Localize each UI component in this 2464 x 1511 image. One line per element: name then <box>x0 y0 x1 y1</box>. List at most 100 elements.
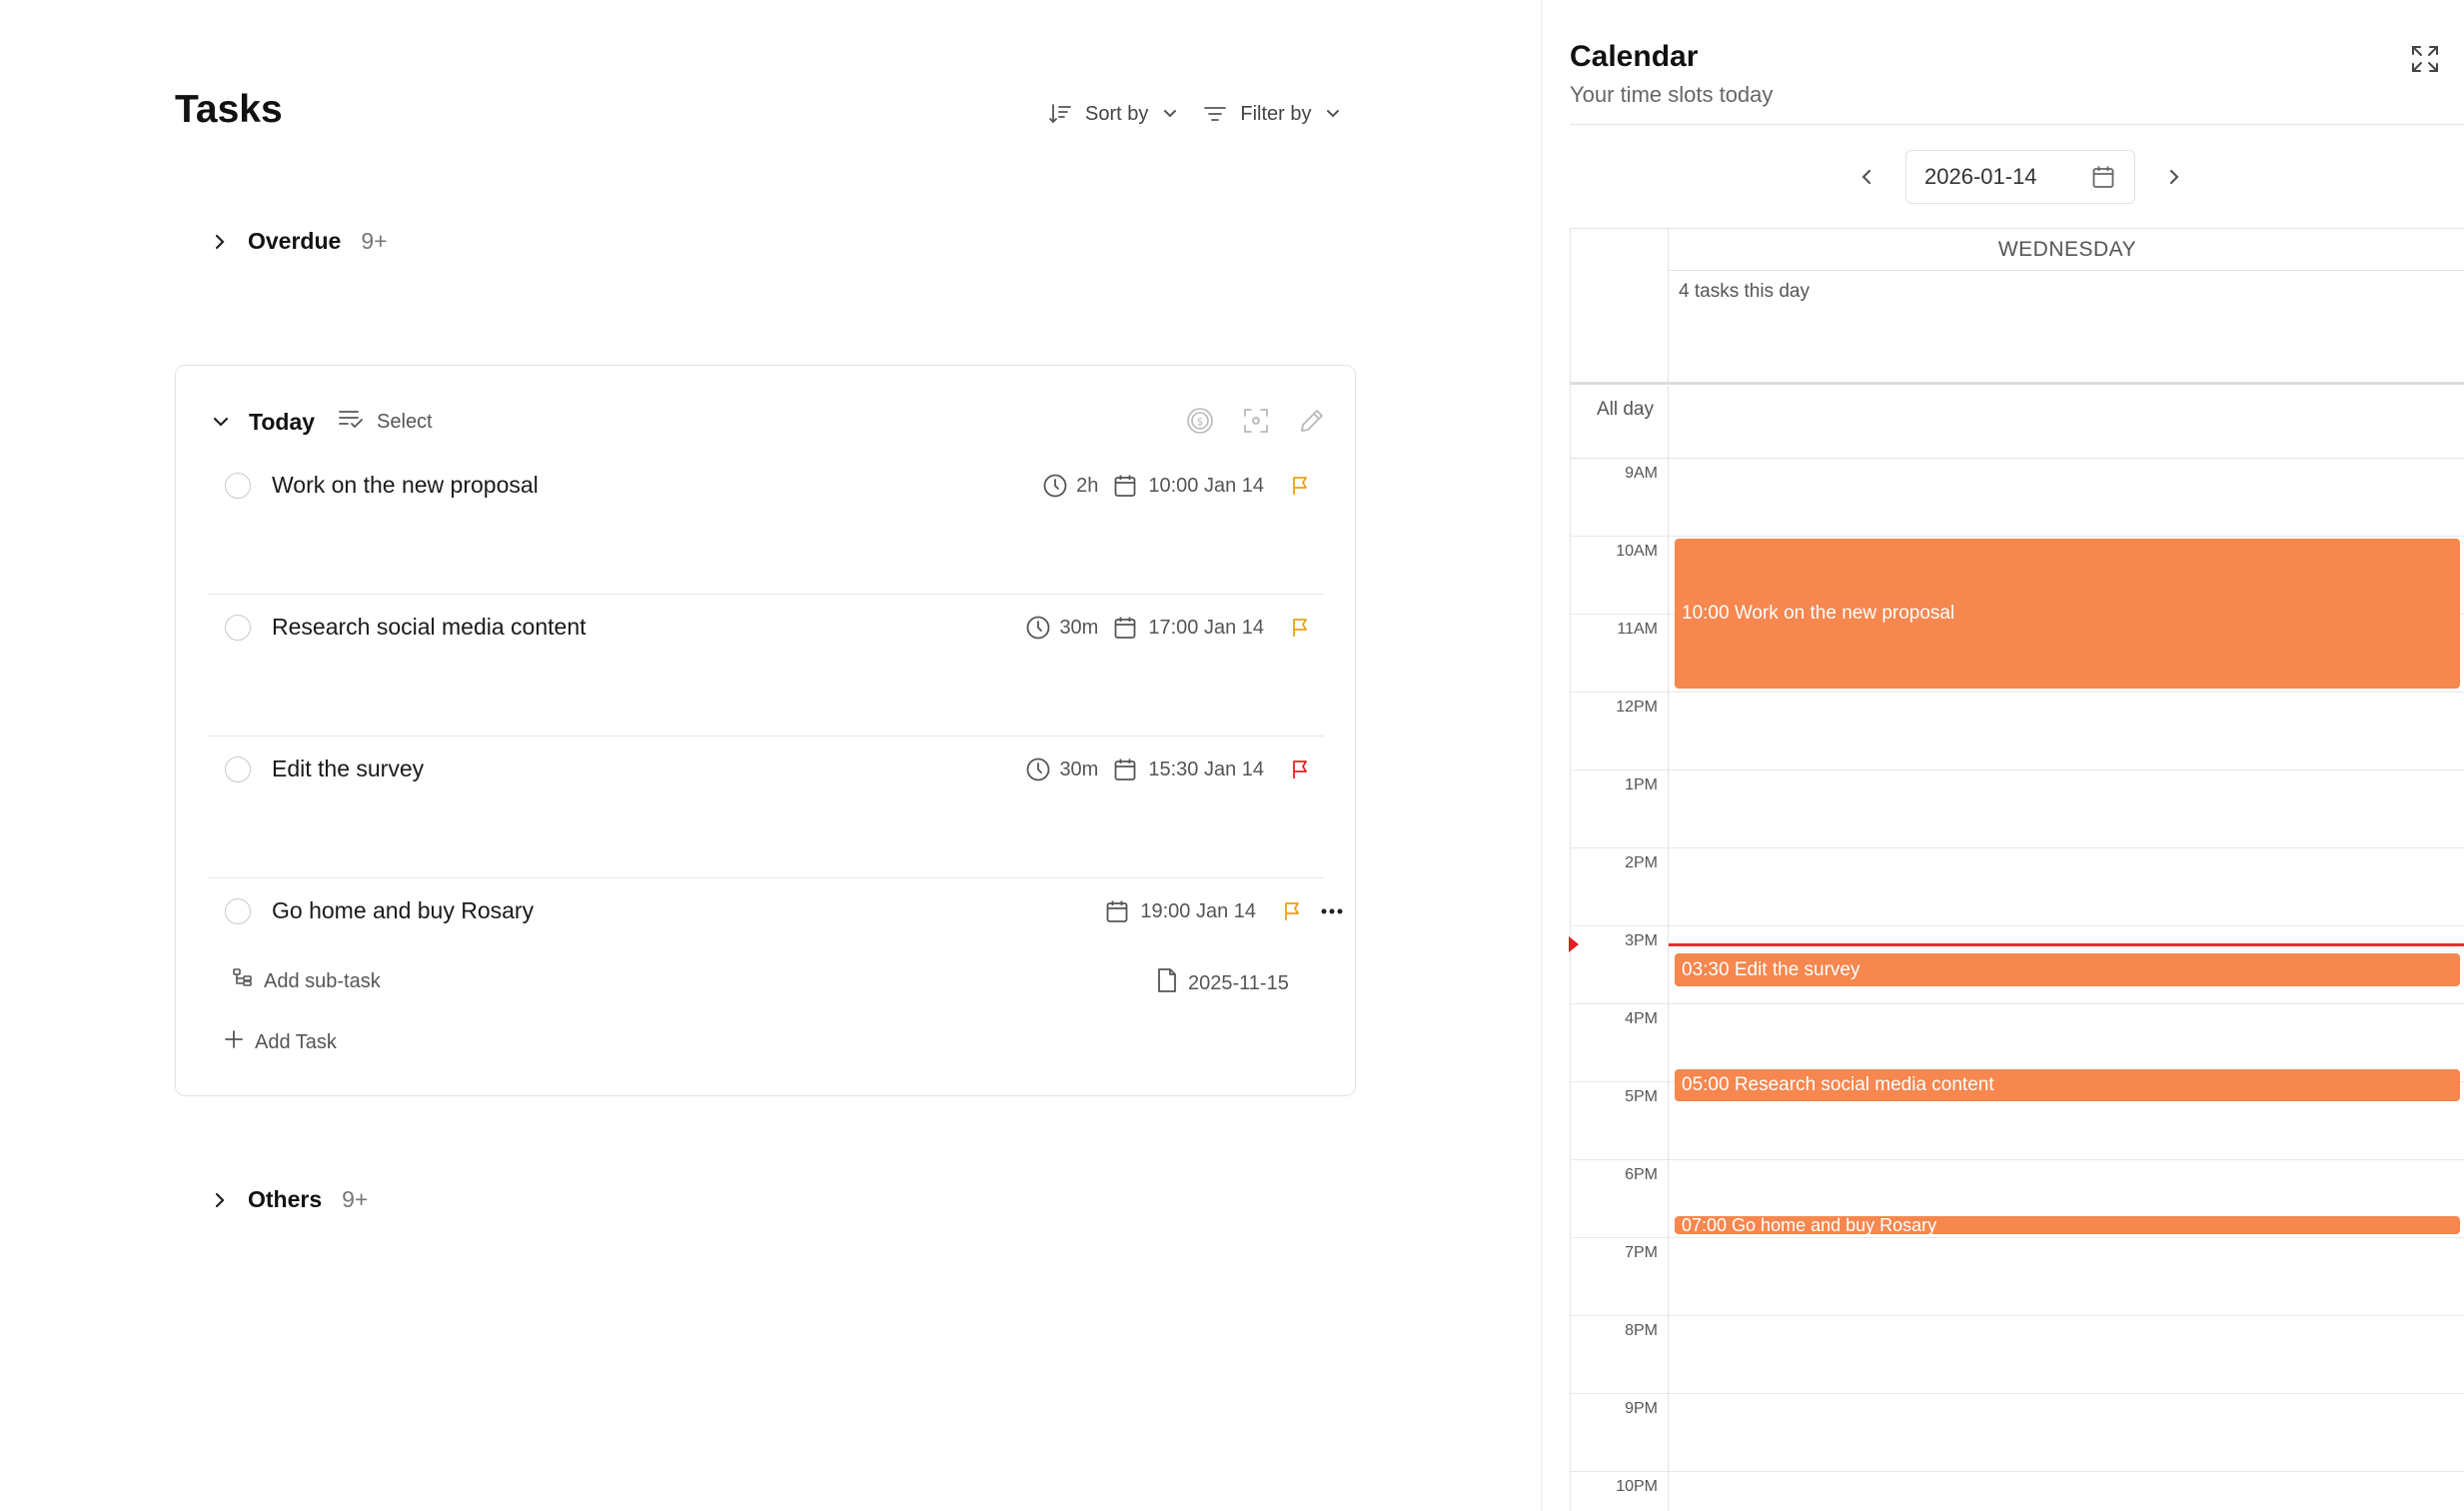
hour-label: 9AM <box>1571 459 1669 537</box>
group-title-overdue: Overdue <box>248 228 342 254</box>
tasks-panel: Tasks Sort by Filter by Overdue 9+ Today… <box>0 0 1541 1511</box>
add-subtask-button[interactable]: Add sub-task <box>232 967 381 995</box>
calendar-event[interactable]: 05:00 Research social media content <box>1675 1069 2460 1101</box>
calendar-event[interactable]: 07:00 Go home and buy Rosary <box>1675 1216 2460 1234</box>
select-label: Select <box>377 410 433 433</box>
edit-pencil-icon[interactable] <box>1297 406 1327 436</box>
chevron-right-icon[interactable] <box>2159 162 2189 192</box>
task-name[interactable]: Go home and buy Rosary <box>272 897 534 924</box>
add-task-label: Add Task <box>255 1030 337 1053</box>
task-duration: 2h <box>1076 474 1099 497</box>
current-time-marker <box>1569 936 1579 952</box>
task-name[interactable]: Edit the survey <box>272 756 424 782</box>
filter-by-button[interactable]: Filter by <box>1202 101 1343 127</box>
hour-row[interactable]: 10PM <box>1571 1472 2464 1511</box>
clock-icon <box>1042 473 1068 499</box>
add-subtask-label: Add sub-task <box>264 969 381 992</box>
day-name: WEDNESDAY <box>1669 229 2464 271</box>
calendar-event[interactable]: 10:00 Work on the new proposal <box>1675 539 2460 689</box>
task-row[interactable]: Go home and buy Rosary 19:00 Jan 14 <box>208 878 1343 968</box>
chevron-left-icon[interactable] <box>1851 162 1881 192</box>
hour-label: 3PM <box>1571 926 1669 1004</box>
dollar-icon[interactable]: $ <box>1185 406 1215 436</box>
clock-icon <box>1025 615 1051 641</box>
flag-icon[interactable] <box>1290 758 1310 780</box>
task-row[interactable]: Work on the new proposal 2h 10:00 Jan 14 <box>208 453 1324 595</box>
task-name[interactable]: Work on the new proposal <box>272 472 539 499</box>
event-label: 03:30 Edit the survey <box>1682 958 1860 980</box>
hour-row[interactable]: 9AM <box>1571 459 2464 537</box>
chevron-right-icon[interactable] <box>208 230 232 254</box>
task-meta: 2h 10:00 Jan 14 <box>1042 469 1310 503</box>
day-header: WEDNESDAY 4 tasks this day <box>1571 228 2464 385</box>
more-options-icon[interactable] <box>1318 907 1346 915</box>
file-icon <box>1156 967 1178 999</box>
expand-icon[interactable] <box>2408 42 2442 76</box>
clock-icon <box>1025 756 1051 782</box>
focus-icon[interactable] <box>1241 406 1271 436</box>
calendar-icon <box>1112 615 1138 641</box>
hour-row[interactable]: 1PM <box>1571 770 2464 848</box>
task-due-date: 15:30 Jan 14 <box>1148 757 1264 780</box>
hour-label: 12PM <box>1571 693 1669 770</box>
task-name[interactable]: Research social media content <box>272 614 587 641</box>
flag-icon[interactable] <box>1290 617 1310 639</box>
sort-by-button[interactable]: Sort by <box>1047 101 1180 127</box>
hour-label: 10AM <box>1571 537 1669 615</box>
task-row[interactable]: Research social media content 30m 17:00 … <box>208 595 1324 737</box>
group-overdue[interactable]: Overdue 9+ <box>208 228 388 255</box>
hour-label: 6PM <box>1571 1160 1669 1238</box>
all-day-row[interactable]: All day <box>1571 386 2464 459</box>
group-title-others: Others <box>248 1186 323 1212</box>
hour-label: 10PM <box>1571 1472 1669 1511</box>
chevron-right-icon[interactable] <box>208 1188 232 1212</box>
add-task-button[interactable]: Add Task <box>223 1028 337 1056</box>
all-day-label: All day <box>1571 386 1669 459</box>
sort-by-label: Sort by <box>1085 102 1149 125</box>
plus-icon <box>223 1028 245 1056</box>
current-time-line <box>1669 943 2464 946</box>
task-due-date: 17:00 Jan 14 <box>1148 616 1264 639</box>
hour-label: 11AM <box>1571 615 1669 693</box>
chevron-down-icon[interactable] <box>209 410 233 434</box>
event-label: 05:00 Research social media content <box>1682 1074 1994 1095</box>
task-attachment[interactable]: 2025-11-15 <box>1156 967 1289 999</box>
tasks-toolbar: Sort by Filter by <box>1047 96 1343 132</box>
group-title-today: Today <box>249 408 316 435</box>
select-button[interactable]: Select <box>337 406 433 438</box>
task-checkbox[interactable] <box>225 473 251 499</box>
calendar-panel: Calendar Your time slots today 2026-01-1… <box>1541 0 2464 1511</box>
hour-label: 1PM <box>1571 770 1669 848</box>
task-meta: 30m 17:00 Jan 14 <box>1025 611 1310 645</box>
hour-label: 8PM <box>1571 1316 1669 1394</box>
calendar-icon[interactable] <box>2090 164 2116 190</box>
page-title: Tasks <box>175 88 283 131</box>
tasks-count: 4 tasks this day <box>1679 281 1810 302</box>
task-duration: 30m <box>1059 757 1099 780</box>
group-actions: $ <box>1185 406 1327 436</box>
group-today-header: Today Select <box>209 406 433 438</box>
flag-icon[interactable] <box>1290 475 1310 497</box>
hour-row[interactable]: 2PM <box>1571 848 2464 926</box>
group-count-others: 9+ <box>342 1186 369 1212</box>
flag-icon[interactable] <box>1282 900 1302 922</box>
hour-row[interactable]: 7PM <box>1571 1238 2464 1316</box>
chevron-down-icon <box>1160 104 1180 124</box>
task-checkbox[interactable] <box>225 756 251 782</box>
event-label: 07:00 Go home and buy Rosary <box>1682 1216 1937 1234</box>
task-due-date: 19:00 Jan 14 <box>1140 899 1256 922</box>
hour-row[interactable]: 9PM <box>1571 1394 2464 1472</box>
hour-label: 5PM <box>1571 1082 1669 1160</box>
task-due-date: 10:00 Jan 14 <box>1148 474 1264 497</box>
hour-row[interactable]: 8PM <box>1571 1316 2464 1394</box>
hour-row[interactable]: 12PM <box>1571 693 2464 770</box>
task-checkbox[interactable] <box>225 615 251 641</box>
task-row[interactable]: Edit the survey 30m 15:30 Jan 14 <box>208 737 1324 878</box>
date-picker-input[interactable]: 2026-01-14 <box>1905 150 2135 204</box>
calendar-event[interactable]: 03:30 Edit the survey <box>1675 953 2460 986</box>
task-checkbox[interactable] <box>225 898 251 924</box>
calendar-icon <box>1112 473 1138 499</box>
filter-icon <box>1202 101 1228 127</box>
hour-label: 7PM <box>1571 1238 1669 1316</box>
group-others[interactable]: Others 9+ <box>208 1186 368 1213</box>
